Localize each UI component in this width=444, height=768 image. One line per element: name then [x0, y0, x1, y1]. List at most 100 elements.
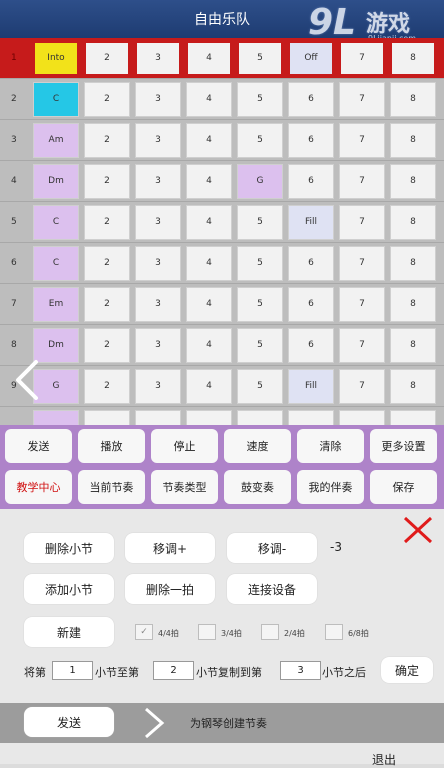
beat-cell[interactable]: 5 — [237, 81, 283, 117]
chord-cell[interactable]: Em — [33, 286, 79, 322]
chord-cell[interactable]: Dm — [33, 163, 79, 199]
beat-cell[interactable]: 7 — [339, 163, 385, 199]
close-icon[interactable] — [400, 513, 436, 549]
beat-cell[interactable]: 6 — [288, 245, 334, 281]
beat-cell[interactable]: 2 — [84, 204, 130, 240]
meter-4-4-checkbox[interactable]: ✓ — [135, 624, 153, 640]
beat-cell[interactable]: 4 — [186, 81, 232, 117]
beat-cell[interactable]: 6 — [288, 327, 334, 363]
tempo-button[interactable]: 速度 — [224, 429, 291, 463]
beat-cell[interactable]: 2 — [84, 327, 130, 363]
add-bar-button[interactable]: 添加小节 — [24, 574, 114, 604]
delete-bar-button[interactable]: 删除小节 — [24, 533, 114, 563]
beat-cell[interactable]: Off — [288, 40, 334, 76]
my-accompaniment-button[interactable]: 我的伴奏 — [297, 470, 364, 504]
exit-button[interactable]: 退出 — [372, 751, 396, 768]
beat-cell[interactable]: 3 — [135, 163, 181, 199]
beat-cell[interactable]: 7 — [339, 40, 385, 76]
save-button[interactable]: 保存 — [370, 470, 437, 504]
chord-cell[interactable]: C — [33, 245, 79, 281]
transpose-up-button[interactable]: 移调+ — [125, 533, 215, 563]
confirm-copy-button[interactable]: 确定 — [381, 657, 433, 683]
beat-cell[interactable]: 3 — [135, 40, 181, 76]
beat-cell[interactable]: 6 — [288, 81, 334, 117]
meter-2-4-checkbox[interactable] — [261, 624, 279, 640]
beat-cell[interactable]: 2 — [84, 81, 130, 117]
chord-cell[interactable]: C — [33, 204, 79, 240]
rhythm-type-button[interactable]: 节奏类型 — [151, 470, 218, 504]
beat-cell[interactable]: 8 — [390, 122, 436, 158]
copy-target-input[interactable]: 3 — [280, 661, 321, 680]
copy-to-input[interactable]: 2 — [153, 661, 194, 680]
beat-cell[interactable]: 2 — [84, 40, 130, 76]
beat-cell[interactable]: 7 — [339, 245, 385, 281]
beat-cell[interactable]: 2 — [84, 286, 130, 322]
beat-cell[interactable]: 5 — [237, 245, 283, 281]
beat-cell[interactable]: 4 — [186, 368, 232, 404]
beat-cell[interactable]: 8 — [390, 327, 436, 363]
beat-cell[interactable]: 3 — [135, 245, 181, 281]
beat-cell[interactable]: 7 — [339, 286, 385, 322]
beat-cell[interactable]: 6 — [288, 286, 334, 322]
beat-cell[interactable]: 6 — [288, 163, 334, 199]
delete-beat-button[interactable]: 删除一拍 — [125, 574, 215, 604]
beat-cell[interactable]: 2 — [84, 368, 130, 404]
beat-cell[interactable]: 4 — [186, 122, 232, 158]
beat-cell[interactable]: 4 — [186, 286, 232, 322]
copy-from-input[interactable]: 1 — [52, 661, 93, 680]
beat-cell[interactable]: 5 — [237, 122, 283, 158]
beat-cell[interactable]: 7 — [339, 327, 385, 363]
beat-cell[interactable]: 6 — [288, 122, 334, 158]
beat-cell[interactable]: 4 — [186, 40, 232, 76]
beat-cell[interactable]: 2 — [84, 245, 130, 281]
beat-cell[interactable]: 4 — [186, 163, 232, 199]
beat-cell[interactable]: 3 — [135, 327, 181, 363]
transpose-down-button[interactable]: 移调- — [227, 533, 317, 563]
beat-cell[interactable]: 5 — [237, 40, 283, 76]
beat-cell[interactable]: 7 — [339, 81, 385, 117]
current-rhythm-button[interactable]: 当前节奏 — [78, 470, 145, 504]
beat-cell[interactable]: 5 — [237, 286, 283, 322]
beat-cell[interactable]: 8 — [390, 286, 436, 322]
beat-cell[interactable]: 4 — [186, 245, 232, 281]
beat-cell[interactable]: 5 — [237, 368, 283, 404]
beat-cell[interactable]: Fill — [288, 368, 334, 404]
beat-cell[interactable]: 3 — [135, 122, 181, 158]
send-piano-button[interactable]: 发送 — [24, 707, 114, 737]
play-button[interactable]: 播放 — [78, 429, 145, 463]
beat-cell[interactable]: G — [237, 163, 283, 199]
beat-cell[interactable]: 7 — [339, 204, 385, 240]
beat-cell[interactable]: 8 — [390, 368, 436, 404]
teaching-center-button[interactable]: 教学中心 — [5, 470, 72, 504]
more-settings-button[interactable]: 更多设置 — [370, 429, 437, 463]
chord-cell[interactable]: Am — [33, 122, 79, 158]
beat-cell[interactable]: 8 — [390, 204, 436, 240]
beat-cell[interactable]: 2 — [84, 122, 130, 158]
new-button[interactable]: 新建 — [24, 617, 114, 647]
beat-cell[interactable]: 5 — [237, 204, 283, 240]
beat-cell[interactable]: 3 — [135, 204, 181, 240]
beat-cell[interactable]: 8 — [390, 163, 436, 199]
send-button[interactable]: 发送 — [5, 429, 72, 463]
beat-cell[interactable]: 5 — [237, 327, 283, 363]
beat-cell[interactable]: 3 — [135, 368, 181, 404]
beat-cell[interactable]: 8 — [390, 245, 436, 281]
chord-cell[interactable]: C — [33, 81, 79, 117]
beat-cell[interactable]: 3 — [135, 81, 181, 117]
back-arrow-icon[interactable] — [12, 358, 44, 402]
beat-cell[interactable]: 8 — [390, 81, 436, 117]
beat-cell[interactable]: Fill — [288, 204, 334, 240]
meter-3-4-checkbox[interactable] — [198, 624, 216, 640]
beat-cell[interactable]: 3 — [135, 286, 181, 322]
drum-variation-button[interactable]: 鼓变奏 — [224, 470, 291, 504]
clear-button[interactable]: 清除 — [297, 429, 364, 463]
beat-cell[interactable]: 7 — [339, 122, 385, 158]
stop-button[interactable]: 停止 — [151, 429, 218, 463]
meter-6-8-checkbox[interactable] — [325, 624, 343, 640]
beat-cell[interactable]: 7 — [339, 368, 385, 404]
beat-cell[interactable]: 4 — [186, 327, 232, 363]
beat-cell[interactable]: 2 — [84, 163, 130, 199]
connect-device-button[interactable]: 连接设备 — [227, 574, 317, 604]
chord-cell[interactable]: Into — [33, 40, 79, 76]
beat-cell[interactable]: 4 — [186, 204, 232, 240]
